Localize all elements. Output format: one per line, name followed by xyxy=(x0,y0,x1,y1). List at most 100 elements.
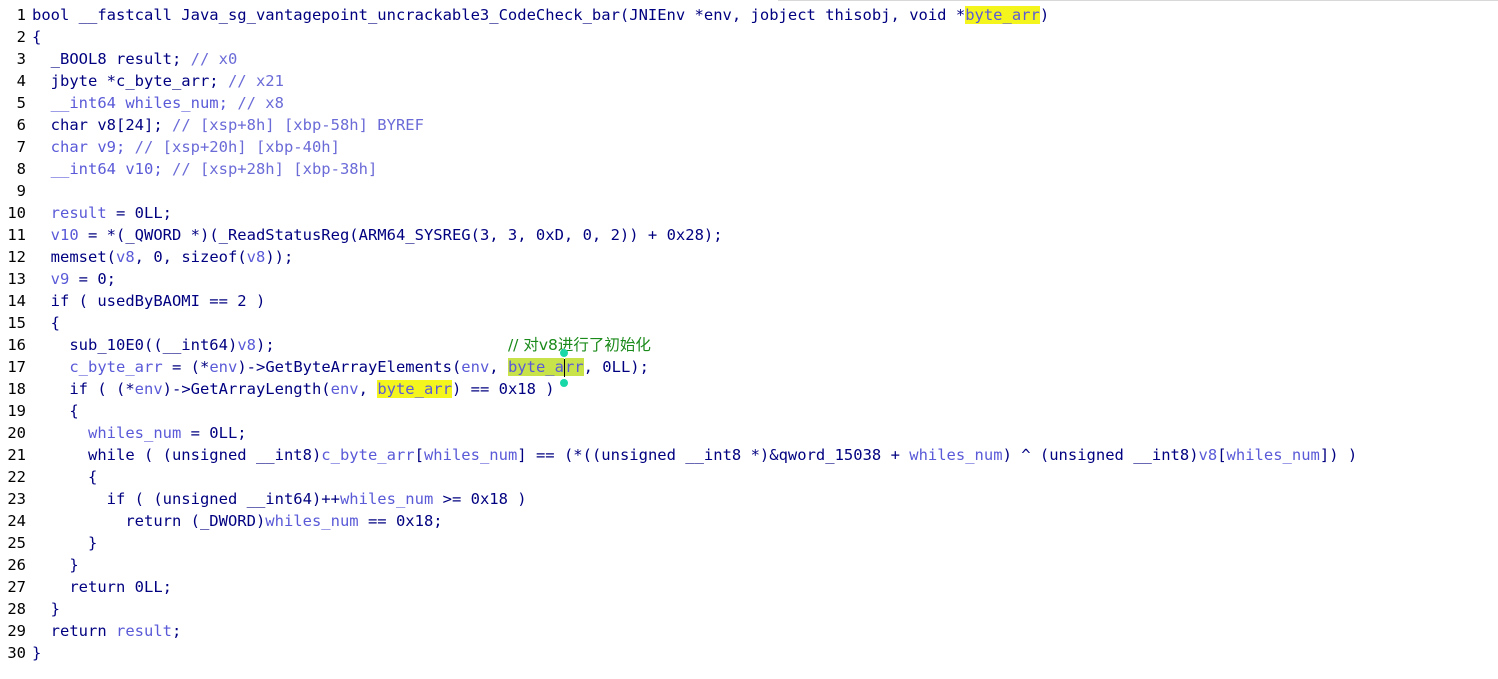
code-token: if ( usedByBAOMI == 2 ) xyxy=(32,292,266,310)
code-text: v9 = 0; xyxy=(32,268,116,290)
code-token: bool __fastcall Java_sg_vantagepoint_unc… xyxy=(32,6,966,24)
code-line[interactable]: 26 } xyxy=(0,554,1498,576)
variable-token[interactable]: __int64 whiles_num; xyxy=(32,94,237,112)
highlighted-identifier[interactable]: rr xyxy=(564,358,584,376)
variable-token[interactable]: v8 xyxy=(116,248,135,266)
code-text: while ( (unsigned __int8)c_byte_arr[whil… xyxy=(32,444,1357,466)
variable-token[interactable]: env xyxy=(461,358,489,376)
line-number: 2 xyxy=(16,28,26,46)
code-token: = 0; xyxy=(69,270,116,288)
code-text: result = 0LL; xyxy=(32,202,172,224)
variable-token[interactable]: v8 xyxy=(237,336,256,354)
code-text: } xyxy=(32,642,41,664)
code-token: ) xyxy=(1039,6,1050,24)
variable-token[interactable]: c_byte_arr xyxy=(321,446,414,464)
code-line[interactable]: 4 jbyte *c_byte_arr; // x21 xyxy=(0,70,1498,92)
variable-token[interactable]: env xyxy=(331,380,359,398)
code-line[interactable]: 15 { xyxy=(0,312,1498,334)
variable-token[interactable]: c_byte_arr xyxy=(32,358,162,376)
line-number: 23 xyxy=(7,490,26,508)
variable-token[interactable]: whiles_num xyxy=(424,446,517,464)
line-number: 3 xyxy=(16,50,26,68)
code-line[interactable]: 10 result = 0LL; xyxy=(0,202,1498,224)
code-line[interactable]: 6 char v8[24]; // [xsp+8h] [xbp-58h] BYR… xyxy=(0,114,1498,136)
code-text: return 0LL; xyxy=(32,576,172,598)
line-number: 11 xyxy=(7,226,26,244)
code-token: [ xyxy=(414,446,424,464)
code-line[interactable]: 7 char v9; // [xsp+20h] [xbp-40h] xyxy=(0,136,1498,158)
code-line[interactable]: 14 if ( usedByBAOMI == 2 ) xyxy=(0,290,1498,312)
code-text: if ( (unsigned __int64)++whiles_num >= 0… xyxy=(32,488,527,510)
code-line[interactable]: 9 xyxy=(0,180,1498,202)
code-line[interactable]: 2{ xyxy=(0,26,1498,48)
code-line-current[interactable]: 17 c_byte_arr = (*env)->GetByteArrayElem… xyxy=(0,356,1498,378)
line-number: 24 xyxy=(7,512,26,530)
line-number: 14 xyxy=(7,292,26,310)
code-text: v10 = *(_QWORD *)(_ReadStatusReg(ARM64_S… xyxy=(32,224,723,246)
code-token: , 0, sizeof( xyxy=(134,248,247,266)
code-line[interactable]: 11 v10 = *(_QWORD *)(_ReadStatusReg(ARM6… xyxy=(0,224,1498,246)
code-line[interactable]: 22 { xyxy=(0,466,1498,488)
code-token: return (_DWORD) xyxy=(32,512,266,530)
code-token: if ( (unsigned __int64)++ xyxy=(32,490,340,508)
code-line[interactable]: 19 { xyxy=(0,400,1498,422)
variable-token[interactable]: v8 xyxy=(247,248,266,266)
code-text: bool __fastcall Java_sg_vantagepoint_unc… xyxy=(32,4,1049,26)
variable-token[interactable]: __int64 v10; xyxy=(32,160,172,178)
code-token: ] == (*((unsigned __int8 *)&qword_15038 … xyxy=(517,446,910,464)
code-line[interactable]: 8 __int64 v10; // [xsp+28h] [xbp-38h] xyxy=(0,158,1498,180)
code-line[interactable]: 3 _BOOL8 result; // x0 xyxy=(0,48,1498,70)
variable-token[interactable]: env xyxy=(135,380,163,398)
line-number: 22 xyxy=(7,468,26,486)
code-line[interactable]: 25 } xyxy=(0,532,1498,554)
code-line[interactable]: 23 if ( (unsigned __int64)++whiles_num >… xyxy=(0,488,1498,510)
code-line[interactable]: 12 memset(v8, 0, sizeof(v8)); xyxy=(0,246,1498,268)
variable-token[interactable]: whiles_num xyxy=(1227,446,1320,464)
code-line[interactable]: 24 return (_DWORD)whiles_num == 0x18; xyxy=(0,510,1498,532)
code-token: )->GetByteArrayElements( xyxy=(237,358,462,376)
variable-token[interactable]: whiles_num xyxy=(265,512,358,530)
code-line[interactable]: 27 return 0LL; xyxy=(0,576,1498,598)
variable-token[interactable]: result xyxy=(32,204,107,222)
variable-token[interactable]: whiles_num xyxy=(32,424,181,442)
code-token: , xyxy=(358,380,378,398)
code-token: = (* xyxy=(162,358,210,376)
code-token: _BOOL8 result; xyxy=(32,50,191,68)
code-line[interactable]: 29 return result; xyxy=(0,620,1498,642)
code-line[interactable]: 30} xyxy=(0,642,1498,664)
code-text: } xyxy=(32,532,97,554)
variable-token[interactable]: char v9; xyxy=(32,138,135,156)
comment-token: // x21 xyxy=(227,72,284,90)
code-token: } xyxy=(32,534,98,552)
variable-token[interactable]: env xyxy=(209,358,237,376)
code-line[interactable]: 21 while ( (unsigned __int8)c_byte_arr[w… xyxy=(0,444,1498,466)
line-number: 5 xyxy=(16,94,26,112)
code-line[interactable]: 18 if ( (*env)->GetArrayLength(env, byte… xyxy=(0,378,1498,400)
code-line[interactable]: 20 whiles_num = 0LL; xyxy=(0,422,1498,444)
pseudocode-editor[interactable]: 1 bool __fastcall Java_sg_vantagepoint_un… xyxy=(0,4,1498,664)
variable-token[interactable]: v8 xyxy=(1199,446,1218,464)
line-number: 28 xyxy=(7,600,26,618)
code-text: { xyxy=(32,312,60,334)
code-token: { xyxy=(32,468,98,486)
code-line[interactable]: 5 __int64 whiles_num; // x8 xyxy=(0,92,1498,114)
code-token: >= 0x18 ) xyxy=(433,490,527,508)
variable-token[interactable]: whiles_num xyxy=(909,446,1002,464)
variable-token[interactable]: result xyxy=(116,622,172,640)
code-text: return result; xyxy=(32,620,182,642)
variable-token[interactable]: v10 xyxy=(32,226,79,244)
highlighted-identifier[interactable]: byte_arr xyxy=(965,6,1040,24)
code-token: = 0LL; xyxy=(106,204,172,222)
code-token: return xyxy=(32,622,116,640)
variable-token[interactable]: whiles_num xyxy=(340,490,433,508)
line-number: 19 xyxy=(7,402,26,420)
highlighted-identifier[interactable]: byte_arr xyxy=(377,380,452,398)
code-line[interactable]: 13 v9 = 0; xyxy=(0,268,1498,290)
code-line[interactable]: 1 bool __fastcall Java_sg_vantagepoint_un… xyxy=(0,4,1498,26)
code-token: return 0LL; xyxy=(32,578,172,596)
code-token: sub_10E0((__int64) xyxy=(32,336,238,354)
highlighted-identifier[interactable]: byte_a xyxy=(507,358,564,376)
code-line[interactable]: 16 sub_10E0((__int64)v8); // 对v8进行了初始化 xyxy=(0,334,1498,356)
variable-token[interactable]: v9 xyxy=(32,270,70,288)
code-line[interactable]: 28 } xyxy=(0,598,1498,620)
